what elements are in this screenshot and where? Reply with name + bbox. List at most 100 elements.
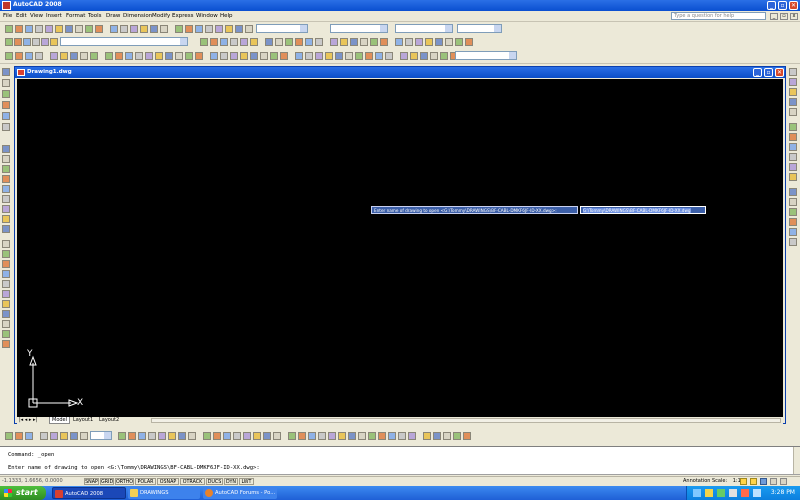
tb4-tool-icon[interactable] — [158, 432, 166, 440]
tb1-tool-icon[interactable] — [130, 25, 138, 33]
tb3-tool-icon[interactable] — [25, 52, 33, 60]
toolbar-dropdown[interactable] — [395, 24, 453, 33]
tb4-tool-icon[interactable] — [128, 432, 136, 440]
tb4-tool-icon[interactable] — [318, 432, 326, 440]
menu-dimension[interactable]: Dimension — [123, 13, 152, 19]
tb1-tool-icon[interactable] — [160, 25, 168, 33]
tb3-tool-icon[interactable] — [400, 52, 408, 60]
menu-express[interactable]: Express — [172, 13, 193, 19]
sb-l2-tool-icon[interactable] — [2, 290, 10, 298]
tb4-tool-icon[interactable] — [453, 432, 461, 440]
tb4-tool-icon[interactable] — [60, 432, 68, 440]
command-window[interactable]: Command: _open Enter name of drawing to … — [0, 446, 800, 475]
tb2-tool-icon[interactable] — [200, 38, 208, 46]
tb1-tool-icon[interactable] — [45, 25, 53, 33]
tb3-tool-icon[interactable] — [175, 52, 183, 60]
sb-l2-tool-icon[interactable] — [2, 280, 10, 288]
tb2-tool-icon[interactable] — [265, 38, 273, 46]
grid-toggle[interactable]: GRID — [100, 478, 114, 485]
tb4-tool-icon[interactable] — [368, 432, 376, 440]
tb3-tool-icon[interactable] — [80, 52, 88, 60]
tab-model[interactable]: Model — [49, 417, 71, 424]
tray-app-icon[interactable] — [741, 489, 749, 497]
snap-toggle[interactable]: SNAP — [84, 478, 99, 485]
tb1-tool-icon[interactable] — [225, 25, 233, 33]
drawing-restore-icon[interactable]: ▫ — [764, 68, 773, 77]
tb2-tool-icon[interactable] — [50, 38, 58, 46]
sb-l2-tool-icon[interactable] — [2, 205, 10, 213]
doc-minimize-icon[interactable]: _ — [770, 13, 778, 20]
tb3-tool-icon[interactable] — [295, 52, 303, 60]
tb4-tool-icon[interactable] — [50, 432, 58, 440]
tb3-tool-icon[interactable] — [420, 52, 428, 60]
tray-network-icon[interactable] — [693, 489, 701, 497]
tb1-tool-icon[interactable] — [235, 25, 243, 33]
toolbar-dropdown[interactable] — [90, 431, 112, 440]
sb-l2-tool-icon[interactable] — [2, 240, 10, 248]
tb2-tool-icon[interactable] — [5, 38, 13, 46]
tb3-tool-icon[interactable] — [50, 52, 58, 60]
tb2-tool-icon[interactable] — [445, 38, 453, 46]
tb3-tool-icon[interactable] — [185, 52, 193, 60]
tb4-tool-icon[interactable] — [25, 432, 33, 440]
toolbar-dropdown[interactable] — [455, 51, 517, 60]
sb-r-tool-icon[interactable] — [789, 173, 797, 181]
tb1-tool-icon[interactable] — [195, 25, 203, 33]
menu-edit[interactable]: Edit — [16, 13, 27, 19]
tb4-tool-icon[interactable] — [233, 432, 241, 440]
drawing-minimize-icon[interactable]: _ — [753, 68, 762, 77]
tb2-tool-icon[interactable] — [220, 38, 228, 46]
tb3-tool-icon[interactable] — [165, 52, 173, 60]
lock-icon[interactable] — [760, 478, 767, 485]
tb1-tool-icon[interactable] — [5, 25, 13, 33]
sb-l2-tool-icon[interactable] — [2, 155, 10, 163]
tb1-tool-icon[interactable] — [65, 25, 73, 33]
tab-layout1[interactable]: Layout1 — [71, 417, 95, 424]
tb2-tool-icon[interactable] — [250, 38, 258, 46]
tb4-tool-icon[interactable] — [213, 432, 221, 440]
minimize-icon[interactable]: _ — [767, 1, 776, 10]
tb2-tool-icon[interactable] — [330, 38, 338, 46]
tb2-tool-icon[interactable] — [295, 38, 303, 46]
menu-file[interactable]: File — [3, 13, 12, 19]
menu-format[interactable]: Format — [66, 13, 85, 19]
toolbar-dropdown[interactable] — [457, 24, 502, 33]
tb3-tool-icon[interactable] — [440, 52, 448, 60]
tb4-tool-icon[interactable] — [80, 432, 88, 440]
drawing-window-title-bar[interactable]: Drawing1.dwg _ ▫ ✕ — [15, 67, 785, 78]
tb2-tool-icon[interactable] — [210, 38, 218, 46]
tb2-tool-icon[interactable] — [395, 38, 403, 46]
ortho-toggle[interactable]: ORTHO — [115, 478, 134, 485]
drawing-close-icon[interactable]: ✕ — [775, 68, 784, 77]
tb4-tool-icon[interactable] — [348, 432, 356, 440]
task-firefox[interactable]: AutoCAD Forums - Po... — [203, 487, 277, 499]
tb2-tool-icon[interactable] — [405, 38, 413, 46]
tb1-tool-icon[interactable] — [15, 25, 23, 33]
tb3-tool-icon[interactable] — [335, 52, 343, 60]
tb1-tool-icon[interactable] — [215, 25, 223, 33]
tb3-tool-icon[interactable] — [5, 52, 13, 60]
tb4-tool-icon[interactable] — [398, 432, 406, 440]
tb3-tool-icon[interactable] — [145, 52, 153, 60]
tb2-tool-icon[interactable] — [435, 38, 443, 46]
tb4-tool-icon[interactable] — [148, 432, 156, 440]
tb4-tool-icon[interactable] — [378, 432, 386, 440]
sb-r-tool-icon[interactable] — [789, 163, 797, 171]
tb3-tool-icon[interactable] — [355, 52, 363, 60]
tb3-tool-icon[interactable] — [125, 52, 133, 60]
tb2-tool-icon[interactable] — [285, 38, 293, 46]
tb2-tool-icon[interactable] — [360, 38, 368, 46]
otrack-toggle[interactable]: OTRACK — [180, 478, 205, 485]
tb2-tool-icon[interactable] — [14, 38, 22, 46]
tb3-tool-icon[interactable] — [195, 52, 203, 60]
sb-l2-tool-icon[interactable] — [2, 145, 10, 153]
tb3-tool-icon[interactable] — [315, 52, 323, 60]
tb2-tool-icon[interactable] — [230, 38, 238, 46]
sb-l2-tool-icon[interactable] — [2, 195, 10, 203]
tb4-tool-icon[interactable] — [288, 432, 296, 440]
tb4-tool-icon[interactable] — [188, 432, 196, 440]
tb3-tool-icon[interactable] — [430, 52, 438, 60]
sb-l1-tool-icon[interactable] — [2, 101, 10, 109]
help-search-input[interactable]: Type a question for help — [671, 12, 766, 20]
tb2-tool-icon[interactable] — [370, 38, 378, 46]
